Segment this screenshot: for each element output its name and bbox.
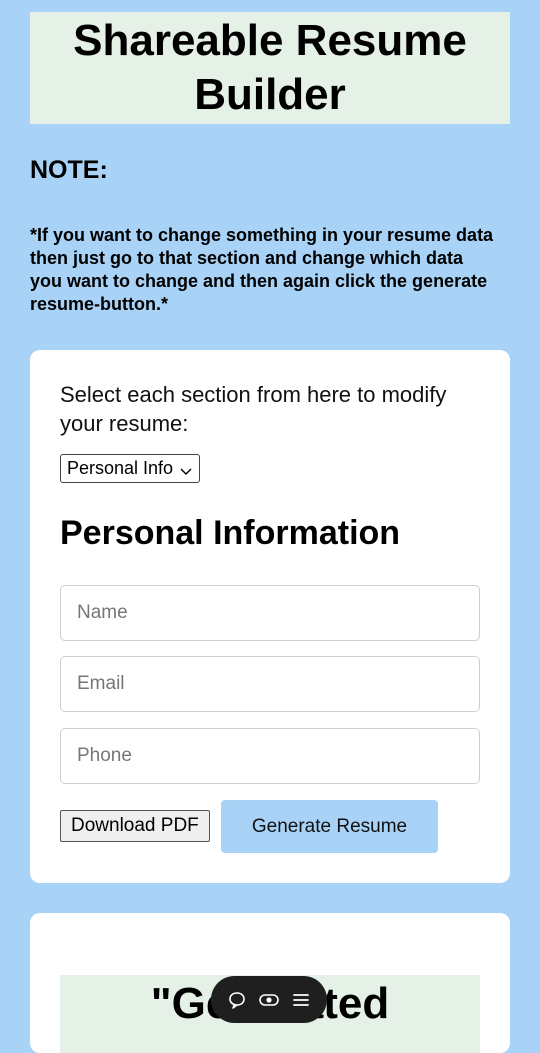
email-input[interactable] (60, 656, 480, 712)
title-banner: Shareable Resume Builder (30, 12, 510, 124)
phone-input[interactable] (60, 728, 480, 784)
section-select-label: Select each section from here to modify … (60, 382, 447, 436)
download-pdf-button[interactable]: Download PDF (60, 810, 210, 842)
chat-bubble-icon[interactable] (226, 989, 248, 1011)
section-heading: Personal Information (60, 514, 401, 552)
toggle-icon[interactable] (258, 989, 280, 1011)
resume-form-card: Select each section from here to modify … (30, 350, 510, 883)
floating-toolbar (211, 976, 327, 1023)
generate-resume-button[interactable]: Generate Resume (221, 800, 438, 853)
name-input[interactable] (60, 585, 480, 641)
section-select-value: Personal Info (67, 458, 174, 478)
section-select[interactable]: Personal Info (60, 454, 201, 483)
menu-icon[interactable] (290, 989, 312, 1011)
note-text: *If you want to change something in your… (30, 225, 494, 314)
chevron-down-icon (179, 462, 193, 476)
note-heading: NOTE: (30, 156, 108, 184)
page-title: Shareable Resume Builder (73, 16, 467, 119)
